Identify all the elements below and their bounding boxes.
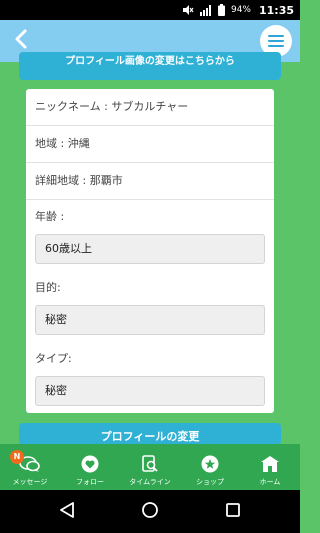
- bottom-nav: N メッセージ フォロー タイムライン ショップ ホーム: [0, 444, 300, 490]
- region-row: 地域 : 沖縄: [26, 126, 274, 163]
- status-bar: 94% 11:35: [0, 0, 300, 20]
- nav-item-shop[interactable]: ショップ: [180, 444, 240, 490]
- mute-icon: [182, 4, 194, 16]
- detail-region-row: 詳細地域 : 那覇市: [26, 163, 274, 200]
- purpose-label: 目的:: [35, 281, 61, 294]
- nav-label-shop: ショップ: [196, 478, 224, 486]
- nav-label-home: ホーム: [259, 478, 281, 486]
- nav-item-home[interactable]: ホーム: [240, 444, 300, 490]
- nav-label-timeline: タイムライン: [129, 478, 171, 486]
- star-icon: [199, 454, 221, 474]
- type-field[interactable]: 秘密: [35, 376, 265, 406]
- new-badge: N: [10, 450, 24, 464]
- system-recents-button[interactable]: [222, 501, 244, 523]
- system-nav-bar: [0, 490, 300, 533]
- signal-4g-icon: [199, 4, 213, 16]
- circle-home-icon: [141, 501, 159, 523]
- type-label: タイプ:: [35, 352, 72, 365]
- age-label: 年齢 :: [35, 210, 65, 223]
- nav-label-follow: フォロー: [76, 478, 104, 486]
- change-profile-label: プロフィールの変更: [100, 430, 200, 443]
- nickname-row: ニックネーム : サブカルチャー: [26, 89, 274, 126]
- nav-item-messages[interactable]: N メッセージ: [0, 444, 60, 490]
- nav-item-follow[interactable]: フォロー: [60, 444, 120, 490]
- heart-icon: [79, 454, 101, 474]
- square-recents-icon: [225, 502, 241, 522]
- nav-item-timeline[interactable]: タイムライン: [120, 444, 180, 490]
- purpose-field[interactable]: 秘密: [35, 305, 265, 335]
- change-profile-image-label: プロフィール画像の変更はこちらから: [65, 56, 235, 67]
- age-field[interactable]: 60歳以上: [35, 234, 265, 264]
- system-back-button[interactable]: [56, 501, 78, 523]
- change-profile-image-button[interactable]: プロフィール画像の変更はこちらから: [19, 52, 281, 80]
- battery-percent: 94%: [230, 5, 251, 15]
- nav-label-messages: メッセージ: [12, 478, 48, 486]
- clock: 11:35: [258, 3, 294, 17]
- change-profile-button[interactable]: プロフィールの変更: [19, 423, 281, 445]
- profile-card: ニックネーム : サブカルチャー 地域 : 沖縄 詳細地域 : 那覇市 年齢 :…: [26, 89, 274, 413]
- hamburger-menu-icon: [268, 32, 284, 51]
- timeline-search-icon: [139, 454, 161, 474]
- chevron-left-icon: [14, 29, 28, 53]
- battery-icon: [217, 4, 225, 16]
- back-button[interactable]: [8, 28, 34, 54]
- system-home-button[interactable]: [139, 501, 161, 523]
- triangle-back-icon: [59, 501, 75, 523]
- home-icon: [259, 454, 281, 474]
